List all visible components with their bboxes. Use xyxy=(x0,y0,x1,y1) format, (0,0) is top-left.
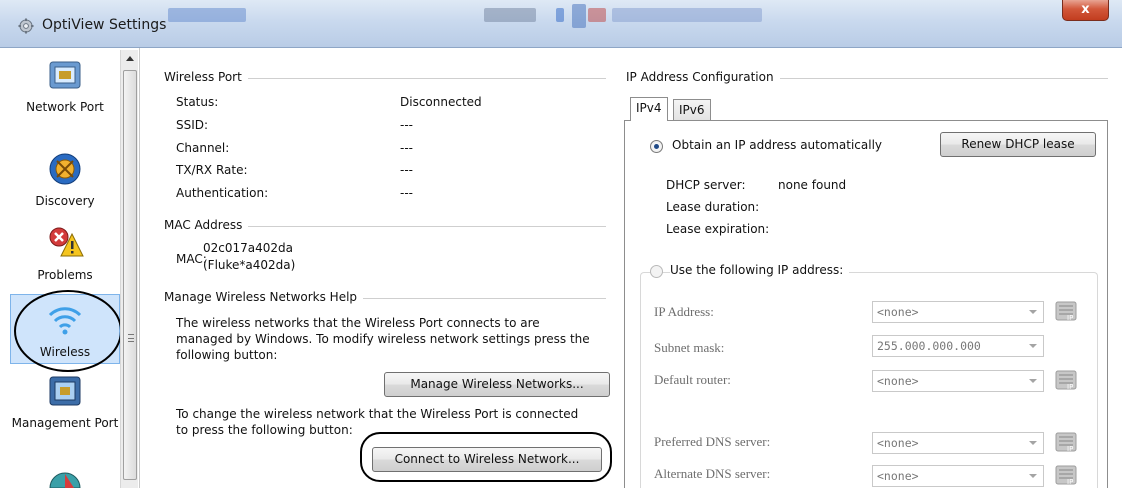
scroll-up-arrow-icon[interactable] xyxy=(126,56,134,61)
channel-value: --- xyxy=(400,141,413,155)
discovery-icon xyxy=(49,153,81,185)
manage-wireless-networks-button[interactable]: Manage Wireless Networks... xyxy=(384,372,610,397)
background-window-ghost xyxy=(168,8,246,22)
txrx-rate-label: TX/RX Rate: xyxy=(176,163,248,177)
default-router-label: Default router: xyxy=(654,372,731,387)
ssid-value: --- xyxy=(400,118,413,132)
ip-lookup-icon[interactable]: IP xyxy=(1054,369,1078,391)
manage-help-text: managed by Windows. To modify wireless n… xyxy=(176,332,590,346)
svg-text:IP: IP xyxy=(1067,314,1073,322)
manage-help-title: Manage Wireless Networks Help xyxy=(164,290,364,304)
background-window-ghost xyxy=(556,8,564,22)
next-item-icon[interactable] xyxy=(48,468,82,488)
mac-address-title: MAC Address xyxy=(164,218,249,232)
sidebar-scrollbar[interactable] xyxy=(120,50,138,488)
sidebar-item-label: Discovery xyxy=(35,194,95,208)
lease-duration-label: Lease duration: xyxy=(666,200,760,214)
ip-config-title: IP Address Configuration xyxy=(626,70,780,84)
channel-label: Channel: xyxy=(176,141,230,155)
title-bar: OptiView Settings x xyxy=(0,0,1122,48)
sidebar-item-label: Network Port xyxy=(26,100,104,114)
default-router-value: <none> xyxy=(877,374,919,388)
chevron-down-icon xyxy=(1029,344,1037,348)
ip-address-combo[interactable]: <none> xyxy=(872,301,1044,323)
close-button[interactable]: x xyxy=(1062,0,1109,21)
chevron-down-icon xyxy=(1029,441,1037,445)
svg-text:IP: IP xyxy=(1067,383,1073,391)
status-label: Status: xyxy=(176,95,219,109)
use-following-ip-radio[interactable] xyxy=(650,265,663,278)
tab-ipv4[interactable]: IPv4 xyxy=(630,97,668,121)
sidebar-item-label: Management Port xyxy=(11,416,119,430)
alternate-dns-value: <none> xyxy=(877,469,919,483)
authentication-label: Authentication: xyxy=(176,186,269,200)
background-window-ghost xyxy=(612,8,762,22)
sidebar-item-management-port[interactable]: Management Port xyxy=(10,372,120,431)
preferred-dns-combo[interactable]: <none> xyxy=(872,432,1044,454)
tab-ipv6[interactable]: IPv6 xyxy=(673,99,711,121)
txrx-rate-value: --- xyxy=(400,163,413,177)
alternate-dns-combo[interactable]: <none> xyxy=(872,465,1044,487)
ip-address-value: <none> xyxy=(877,305,919,319)
use-following-ip-label[interactable]: Use the following IP address: xyxy=(670,263,850,277)
connect-help-text: To change the wireless network that the … xyxy=(176,407,579,421)
status-value: Disconnected xyxy=(400,95,482,109)
background-window-ghost xyxy=(572,4,586,28)
annotation-circle xyxy=(360,432,612,482)
alternate-dns-label: Alternate DNS server: xyxy=(654,466,771,481)
ip-lookup-icon[interactable]: IP xyxy=(1054,464,1078,486)
gear-icon xyxy=(18,18,34,34)
connect-help-text: to press the following button: xyxy=(176,423,353,437)
obtain-automatically-label[interactable]: Obtain an IP address automatically xyxy=(672,138,882,152)
sidebar-item-network-port[interactable]: Network Port xyxy=(10,56,120,115)
chevron-down-icon xyxy=(1029,379,1037,383)
subnet-mask-value: 255.000.000.000 xyxy=(877,339,981,353)
sidebar-item-problems[interactable]: Problems xyxy=(10,224,120,283)
annotation-circle xyxy=(14,290,122,372)
ip-lookup-icon[interactable]: IP xyxy=(1054,431,1078,453)
dhcp-server-value: none found xyxy=(778,178,847,192)
subnet-mask-combo[interactable]: 255.000.000.000 xyxy=(872,335,1044,357)
authentication-value: --- xyxy=(400,186,413,200)
sidebar-item-discovery[interactable]: Discovery xyxy=(10,150,120,209)
obtain-automatically-radio[interactable] xyxy=(650,140,663,153)
manage-help-text: following button: xyxy=(176,348,278,362)
problems-icon xyxy=(49,227,84,257)
ip-address-label: IP Address: xyxy=(654,304,714,319)
svg-text:IP: IP xyxy=(1067,445,1073,453)
mac-alias: (Fluke*a402da) xyxy=(203,258,296,272)
manage-help-text: The wireless networks that the Wireless … xyxy=(176,316,540,330)
lease-expiration-label: Lease expiration: xyxy=(666,222,770,236)
background-window-ghost xyxy=(588,8,606,22)
wireless-port-title: Wireless Port xyxy=(164,70,248,84)
mac-value: 02c017a402da xyxy=(203,241,293,255)
preferred-dns-label: Preferred DNS server: xyxy=(654,434,771,449)
network-port-icon xyxy=(49,61,81,89)
scrollbar-thumb[interactable] xyxy=(123,70,137,480)
background-window-ghost xyxy=(484,8,536,22)
ip-lookup-icon[interactable]: IP xyxy=(1054,300,1078,322)
renew-dhcp-lease-button[interactable]: Renew DHCP lease xyxy=(940,132,1096,157)
sidebar-item-label: Problems xyxy=(37,268,93,282)
window-title: OptiView Settings xyxy=(42,17,167,33)
svg-text:IP: IP xyxy=(1067,478,1073,486)
dhcp-server-label: DHCP server: xyxy=(666,178,746,192)
chevron-down-icon xyxy=(1029,310,1037,314)
chevron-down-icon xyxy=(1029,474,1037,478)
default-router-combo[interactable]: <none> xyxy=(872,370,1044,392)
management-port-icon xyxy=(49,376,81,406)
subnet-mask-label: Subnet mask: xyxy=(654,340,725,355)
grip-icon xyxy=(128,334,134,342)
ssid-label: SSID: xyxy=(176,118,209,132)
preferred-dns-value: <none> xyxy=(877,436,919,450)
